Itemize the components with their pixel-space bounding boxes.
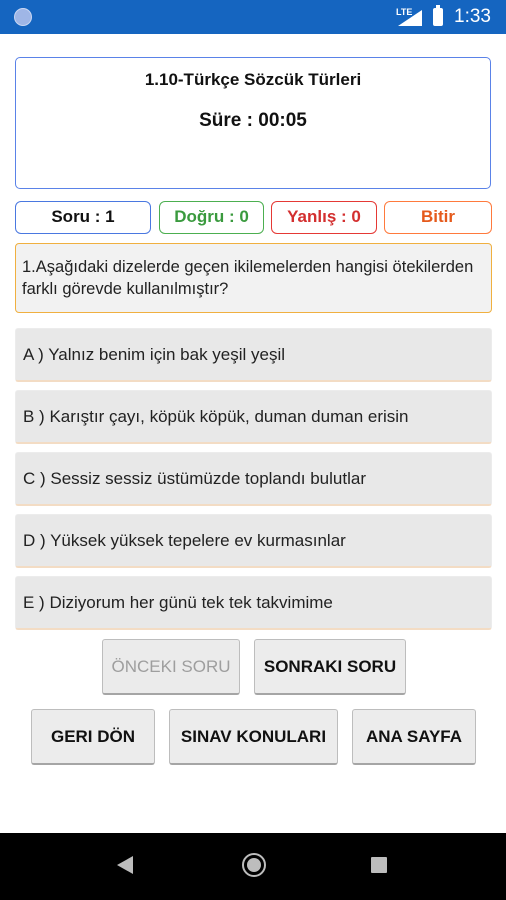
question-text: 1.Aşağıdaki dizelerde geçen ikilemelerde…	[15, 243, 492, 313]
notification-circle-icon	[14, 8, 32, 26]
option-d[interactable]: D ) Yüksek yüksek tepelere ev kurmasınla…	[15, 514, 492, 568]
timer: Süre : 00:05	[199, 110, 307, 131]
nav-recents-icon[interactable]	[371, 857, 387, 873]
option-b[interactable]: B ) Karıştır çayı, köpük köpük, duman du…	[15, 390, 492, 444]
home-page-button[interactable]: ANA SAYFA	[352, 709, 476, 765]
signal-icon	[398, 10, 422, 26]
finish-button[interactable]: Bitir	[384, 201, 492, 234]
status-bar: LTE 1:33	[0, 0, 506, 34]
question-counter: Soru : 1	[15, 201, 151, 234]
option-a[interactable]: A ) Yalnız benim için bak yeşil yeşil	[15, 328, 492, 382]
back-button[interactable]: GERI DÖN	[31, 709, 155, 765]
quiz-title: 1.10-Türkçe Sözcük Türleri	[144, 70, 362, 89]
correct-counter: Doğru : 0	[159, 201, 264, 234]
next-question-button[interactable]: SONRAKI SORU	[254, 639, 406, 695]
battery-icon	[433, 5, 443, 26]
previous-question-button[interactable]: ÖNCEKI SORU	[102, 639, 240, 695]
quiz-header: 1.10-Türkçe Sözcük Türleri Süre : 00:05	[15, 57, 491, 189]
nav-back-icon[interactable]	[117, 856, 133, 874]
option-c[interactable]: C ) Sessiz sessiz üstümüzde toplandı bul…	[15, 452, 492, 506]
clock: 1:33	[454, 6, 491, 27]
option-e[interactable]: E ) Diziyorum her günü tek tek takvimime	[15, 576, 492, 630]
nav-home-icon[interactable]	[242, 853, 266, 877]
wrong-counter: Yanlış : 0	[271, 201, 377, 234]
exam-topics-button[interactable]: SINAV KONULARI	[169, 709, 338, 765]
